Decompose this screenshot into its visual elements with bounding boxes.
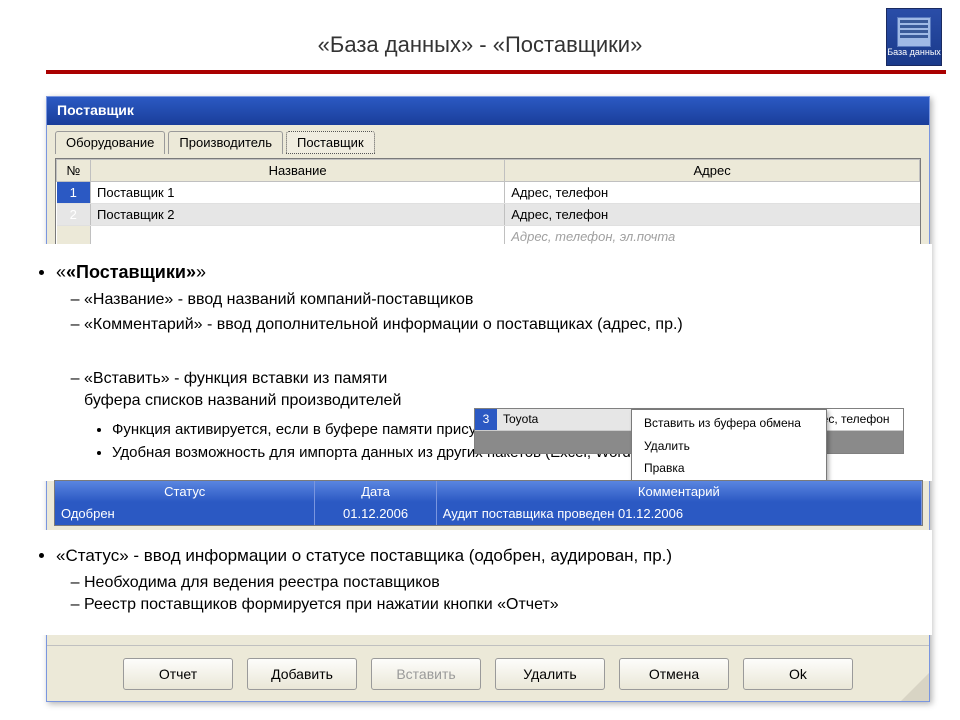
divider <box>46 70 946 74</box>
insert-button: Вставить <box>371 658 481 690</box>
col-name[interactable]: Название <box>91 160 505 182</box>
tab-manufacturer[interactable]: Производитель <box>168 131 283 154</box>
badge-label: База данных <box>887 47 941 57</box>
col-addr[interactable]: Адрес <box>505 160 920 182</box>
button-bar: Отчет Добавить Вставить Удалить Отмена O… <box>47 645 929 701</box>
status-row[interactable]: Одобрен 01.12.2006 Аудит поставщика пров… <box>55 502 922 525</box>
col-status[interactable]: Статус <box>55 481 315 502</box>
window-title: Поставщик <box>47 97 929 125</box>
tab-bar: Оборудование Производитель Поставщик <box>47 125 929 154</box>
slide-title: «База данных» - «Поставщики» <box>0 32 960 58</box>
table-row[interactable]: 1 Поставщик 1 Адрес, телефон <box>57 182 920 204</box>
delete-button[interactable]: Удалить <box>495 658 605 690</box>
resize-grip-icon[interactable] <box>901 673 929 701</box>
ok-button[interactable]: Ok <box>743 658 853 690</box>
report-button[interactable]: Отчет <box>123 658 233 690</box>
supplier-grid[interactable]: № Название Адрес 1 Поставщик 1 Адрес, те… <box>55 158 921 249</box>
col-comment[interactable]: Комментарий <box>436 481 921 502</box>
add-button[interactable]: Добавить <box>247 658 357 690</box>
menu-paste[interactable]: Вставить из буфера обмена <box>634 412 824 435</box>
database-icon <box>897 17 931 47</box>
col-num[interactable]: № <box>57 160 91 182</box>
col-date[interactable]: Дата <box>315 481 436 502</box>
menu-delete[interactable]: Удалить <box>634 435 824 458</box>
cancel-button[interactable]: Отмена <box>619 658 729 690</box>
context-menu: Вставить из буфера обмена Удалить Правка <box>631 409 827 483</box>
tab-supplier[interactable]: Поставщик <box>286 131 375 154</box>
context-menu-screenshot: 3 Toyota Адрес, телефон Вставить из буфе… <box>474 408 904 454</box>
status-grid[interactable]: Статус Дата Комментарий Одобрен 01.12.20… <box>54 480 923 526</box>
database-badge: База данных <box>886 8 942 66</box>
tab-equipment[interactable]: Оборудование <box>55 131 165 154</box>
menu-edit[interactable]: Правка <box>634 457 824 480</box>
table-row[interactable]: 2 Поставщик 2 Адрес, телефон <box>57 204 920 226</box>
text-overlay-2: «Статус» - ввод информации о статусе пос… <box>16 530 932 635</box>
text-overlay-1: ««Поставщики»» «Поставщики» «Название» -… <box>16 244 932 481</box>
